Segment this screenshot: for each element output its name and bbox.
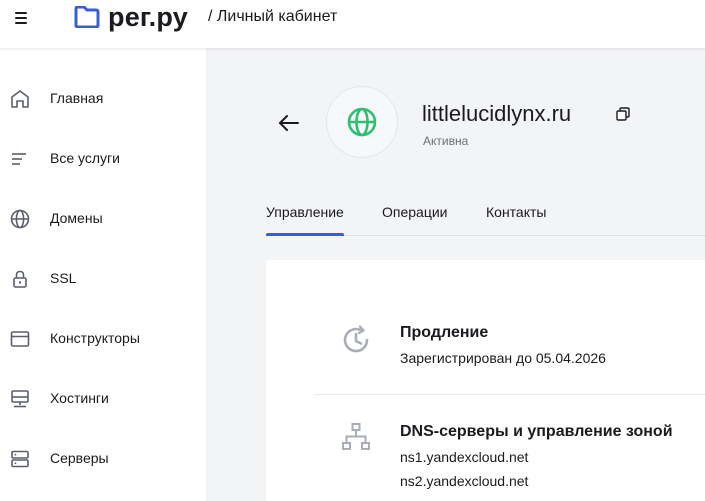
- sidebar-item-label: Хостинги: [50, 390, 109, 406]
- services-card: Продление Зарегистрирован до 05.04.2026 …: [266, 260, 705, 501]
- hosting-icon: [11, 390, 29, 408]
- sidebar-item-label: Все услуги: [50, 150, 120, 166]
- sidebar-item-domains[interactable]: Домены: [0, 198, 206, 238]
- globe-icon: [347, 107, 377, 137]
- browser-window-icon: [10, 331, 30, 347]
- sidebar: Главная Все услуги Домены SSL Конструкто…: [0, 48, 206, 501]
- tab-operations[interactable]: Операции: [382, 204, 448, 236]
- sidebar-item-label: Серверы: [50, 450, 109, 466]
- domain-avatar: [326, 86, 398, 158]
- top-header: рег.ру / Личный кабинет: [0, 0, 705, 48]
- lock-icon: [13, 270, 27, 288]
- sidebar-item-hosting[interactable]: Хостинги: [0, 378, 206, 418]
- sidebar-item-servers[interactable]: Серверы: [0, 438, 206, 478]
- tab-contacts[interactable]: Контакты: [486, 204, 546, 236]
- sidebar-item-label: SSL: [50, 270, 77, 286]
- renewal-section[interactable]: Продление Зарегистрирован до 05.04.2026: [266, 260, 705, 394]
- back-arrow-icon[interactable]: [276, 111, 302, 135]
- logo[interactable]: рег.ру: [74, 2, 188, 32]
- dns-title: DNS-серверы и управление зоной: [400, 423, 673, 440]
- dns-ns2: ns2.yandexcloud.net: [400, 473, 529, 489]
- sidebar-item-constructors[interactable]: Конструкторы: [0, 318, 206, 358]
- globe-icon: [10, 209, 30, 229]
- sidebar-item-ssl[interactable]: SSL: [0, 258, 206, 298]
- renewal-subtitle: Зарегистрирован до 05.04.2026: [400, 350, 606, 366]
- server-icon: [11, 450, 29, 468]
- sidebar-item-label: Домены: [50, 210, 103, 226]
- list-icon: [12, 153, 26, 165]
- logo-text: рег.ру: [108, 2, 188, 32]
- header-section-title: / Личный кабинет: [208, 8, 338, 25]
- network-tree-icon: [342, 423, 370, 450]
- sidebar-item-label: Конструкторы: [50, 330, 140, 346]
- dns-section[interactable]: DNS-серверы и управление зоной ns1.yande…: [266, 395, 705, 501]
- sidebar-item-all-services[interactable]: Все услуги: [0, 138, 206, 178]
- domain-name: littlelucidlynx.ru: [422, 101, 572, 126]
- domain-status: Активна: [423, 134, 469, 148]
- sidebar-item-home[interactable]: Главная: [0, 78, 206, 118]
- dns-ns1: ns1.yandexcloud.net: [400, 449, 529, 465]
- home-icon: [11, 90, 29, 108]
- tab-management[interactable]: Управление: [266, 204, 344, 236]
- copy-icon[interactable]: [615, 106, 631, 122]
- folder-logo-icon: [74, 6, 100, 28]
- sidebar-item-label: Главная: [50, 90, 104, 106]
- renewal-title: Продление: [400, 324, 489, 341]
- hamburger-menu-icon[interactable]: [13, 9, 31, 27]
- tab-bar: Управление Операции Контакты: [266, 200, 705, 236]
- clock-renew-icon: [343, 325, 369, 353]
